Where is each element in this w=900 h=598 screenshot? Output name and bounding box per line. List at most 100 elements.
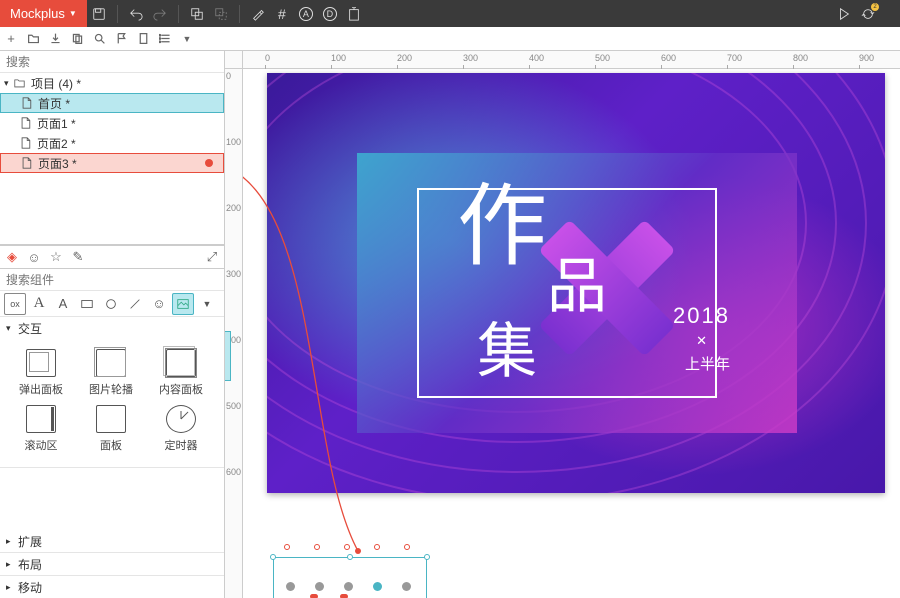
line-tool[interactable] [124,293,146,315]
art-char-1: 作 [457,153,547,283]
star-icon[interactable]: ☆ [48,249,64,265]
tree-root-label: 项目 (4) * [31,75,81,92]
tree-root[interactable]: ▾ 项目 (4) * [0,73,224,93]
selected-carousel-element[interactable] [273,557,427,598]
add-icon[interactable]: + [0,28,22,50]
ruler-corner [225,51,243,69]
component-content-panel[interactable]: 内容面板 [146,345,216,401]
page-icon [20,137,34,149]
page-icon[interactable] [132,28,154,50]
component-scroll-area[interactable]: 滚动区 [6,401,76,457]
component-popup-panel[interactable]: 弹出面板 [6,345,76,401]
tree-item-label: 页面1 * [37,115,76,132]
export-icon[interactable] [342,2,366,26]
chevron-down-icon: ▼ [69,9,77,18]
group-icon[interactable] [185,2,209,26]
list-icon[interactable] [154,28,176,50]
page-icon [21,157,35,169]
tree-item-label: 页面3 * [38,155,77,172]
style-icon[interactable] [246,2,270,26]
search-icon[interactable] [88,28,110,50]
ruler-horizontal[interactable]: 0 100 200 300 400 500 600 700 800 900 [243,51,900,69]
collapse-icon: ▾ [4,78,14,89]
canvas-area: 0 100 200 300 400 500 600 700 800 900 0 … [225,51,900,598]
tree-item-label: 首页 * [38,95,70,112]
carousel-dots [286,582,411,591]
component-timer[interactable]: 定时器 [146,401,216,457]
grid-icon[interactable]: # [270,2,294,26]
category-move: ▸ 移动 [0,576,224,598]
art-subtitle: 上半年 [685,353,730,374]
tree-item[interactable]: 页面2 * [0,133,224,153]
page-icon [21,97,35,109]
auto-icon[interactable]: A [294,2,318,26]
emoji-icon[interactable]: ☺ [26,249,42,265]
category-header[interactable]: ▸ 移动 [0,576,224,598]
component-search [0,269,224,291]
category-label: 移动 [18,579,42,596]
component-panel[interactable]: 面板 [76,401,146,457]
text-tool[interactable]: A [28,293,50,315]
category-label: 布局 [18,556,42,573]
category-header[interactable]: ▸ 扩展 [0,530,224,552]
label-tool[interactable]: ox [4,293,26,315]
category-layout: ▸ 布局 [0,553,224,576]
art-char-3: 集 [477,303,537,390]
undo-icon[interactable] [124,2,148,26]
search-input[interactable] [0,51,224,72]
category-extend: ▸ 扩展 [0,530,224,553]
panel-drag-handle[interactable] [225,331,231,381]
component-tabs: ◈ ☺ ☆ ✎ ⤢ [0,245,224,269]
tree-item-home[interactable]: 首页 * [0,93,224,113]
category-label: 扩展 [18,533,42,550]
chevron-down-icon[interactable]: ▼ [176,28,198,50]
flag-icon[interactable] [110,28,132,50]
canvas[interactable]: 作 品 集 2018 ✕ 上半年 [243,69,900,598]
notif-badge: 2 [871,3,879,11]
circle-tool[interactable] [100,293,122,315]
chevron-down-icon[interactable]: ▼ [196,293,218,315]
text-tool-alt[interactable]: A [52,293,74,315]
tree-item[interactable]: 页面1 * [0,113,224,133]
collapse-icon: ▾ [6,323,18,334]
component-carousel[interactable]: 图片轮播 [76,345,146,401]
page-icon [20,117,34,129]
page-tree: ▾ 项目 (4) * 首页 * 页面1 * 页面2 * 页面3 * [0,73,224,245]
brand-label: Mockplus [10,6,65,21]
artboard[interactable]: 作 品 集 2018 ✕ 上半年 [267,73,885,493]
art-char-2: 品 [547,238,607,325]
category-label: 交互 [18,320,42,337]
expand-icon[interactable]: ⤢ [204,249,220,265]
component-search-input[interactable] [0,269,224,290]
smiley-tool[interactable]: ☺ [148,293,170,315]
tool-row: + ▼ [0,27,900,51]
save-icon[interactable] [87,2,111,26]
sync-icon[interactable]: 2 [856,2,880,26]
top-toolbar: Mockplus ▼ # A D 2 [0,0,900,27]
left-panel: ▾ 项目 (4) * 首页 * 页面1 * 页面2 * 页面3 * [0,51,225,598]
expand-icon: ▸ [6,582,18,593]
image-tool[interactable] [172,293,194,315]
ungroup-icon[interactable] [209,2,233,26]
art-x: ✕ [696,333,707,349]
download-icon[interactable] [44,28,66,50]
category-header[interactable]: ▾ 交互 [0,317,224,339]
tree-item-label: 页面2 * [37,135,76,152]
rect-tool[interactable] [76,293,98,315]
play-icon[interactable] [832,2,856,26]
brand-menu[interactable]: Mockplus ▼ [0,0,87,27]
link-anchor-icon[interactable] [205,159,213,167]
category-header[interactable]: ▸ 布局 [0,553,224,575]
folder-icon [14,77,28,89]
tree-search [0,51,224,73]
expand-icon: ▸ [6,559,18,570]
pencil-icon[interactable]: ✎ [70,249,86,265]
dev-icon[interactable]: D [318,2,342,26]
duplicate-icon[interactable] [66,28,88,50]
cube-icon[interactable]: ◈ [4,249,20,265]
redo-icon[interactable] [148,2,172,26]
category-interact: ▾ 交互 弹出面板 图片轮播 内容面板 滚动区 面板 定时器 [0,317,224,468]
tree-item-linked[interactable]: 页面3 * [0,153,224,173]
folder-icon[interactable] [22,28,44,50]
expand-icon: ▸ [6,536,18,547]
